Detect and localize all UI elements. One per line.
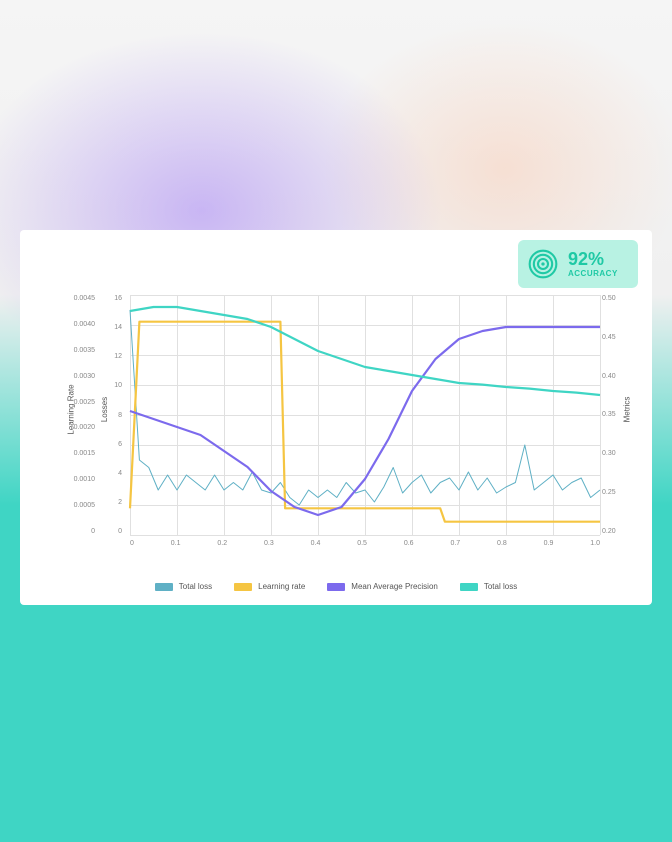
legend-swatch — [155, 583, 173, 591]
legend-item-map: Mean Average Precision — [327, 582, 438, 591]
series-line — [130, 310, 600, 505]
series-line — [130, 307, 600, 395]
chart-area: Learning Rate Losses Metrics 0.0045 0.00… — [60, 295, 630, 575]
legend-item-total-loss-2: Total loss — [460, 582, 517, 591]
x-axis: 0 0.1 0.2 0.3 0.4 0.5 0.6 0.7 0.8 0.9 1.… — [130, 540, 600, 555]
plot-svg — [130, 295, 600, 535]
chart-card: 92% ACCURACY Learning Rate Losses Metric… — [20, 230, 652, 605]
legend-item-total-loss-1: Total loss — [155, 582, 212, 591]
legend-swatch — [460, 583, 478, 591]
legend-swatch — [234, 583, 252, 591]
y-axis-losses: 16 14 12 10 8 6 4 2 0 — [102, 295, 122, 535]
accuracy-badge: 92% ACCURACY — [518, 240, 638, 288]
legend-item-learning-rate: Learning rate — [234, 582, 305, 591]
series-line — [130, 322, 600, 522]
y-axis-metrics: 0.50 0.45 0.40 0.35 0.30 0.25 0.20 — [602, 295, 630, 535]
y-axis-learning-rate: 0.0045 0.0040 0.0035 0.0030 0.0025 0.002… — [60, 295, 95, 535]
target-icon — [528, 249, 558, 279]
legend-swatch — [327, 583, 345, 591]
accuracy-value: 92% — [568, 250, 618, 268]
plot-region — [130, 295, 600, 535]
accuracy-label: ACCURACY — [568, 270, 618, 278]
chart-legend: Total loss Learning rate Mean Average Pr… — [20, 582, 652, 591]
